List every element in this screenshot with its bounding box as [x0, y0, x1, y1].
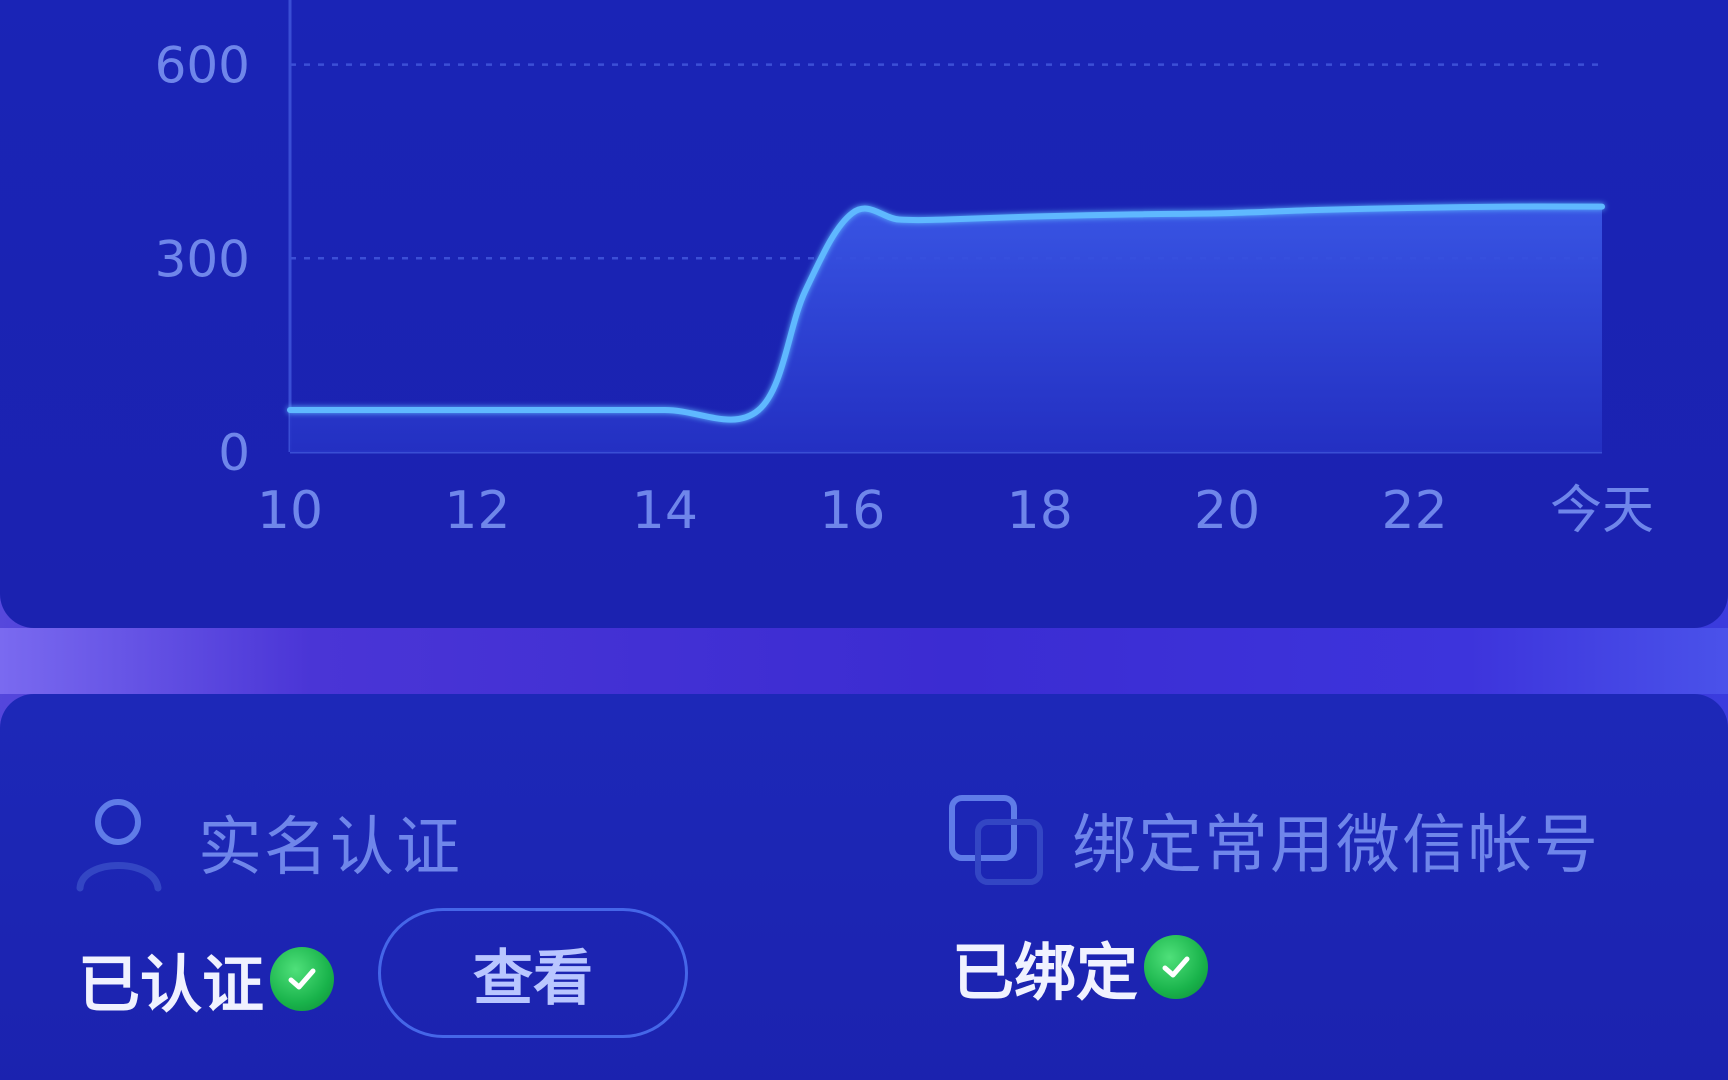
view-button[interactable]: 查看 — [378, 908, 688, 1038]
real-name-auth-header: 实名认证 — [72, 792, 462, 892]
x-tick-label-1: 12 — [444, 481, 510, 541]
x-tick-labels: 10 12 14 16 18 20 22 今天 — [257, 481, 1654, 541]
x-tick-label-4: 18 — [1007, 481, 1073, 541]
chart: 0 300 600 10 12 14 16 18 20 22 今天 — [155, 0, 1654, 541]
wechat-bind-title: 绑定常用微信帐号 — [1072, 809, 1600, 883]
x-tick-label-2: 14 — [632, 481, 698, 541]
check-icon — [270, 947, 335, 1011]
page: 0 300 600 10 12 14 16 18 20 22 今天 实名认证 已认证 查看 绑定常 — [0, 0, 1728, 1080]
chart-card: 0 300 600 10 12 14 16 18 20 22 今天 — [0, 0, 1728, 628]
y-tick-labels: 0 300 600 — [155, 37, 250, 482]
y-tick-label-600: 600 — [155, 37, 250, 95]
x-tick-label-3: 16 — [819, 481, 885, 541]
x-tick-label-0: 10 — [257, 481, 323, 541]
x-tick-label-5: 20 — [1194, 481, 1260, 541]
wechat-status-text: 已绑定 — [952, 936, 1139, 1009]
y-tick-label-300: 300 — [155, 230, 250, 288]
wechat-status: 已绑定 — [952, 922, 1209, 1012]
wechat-bind-header: 绑定常用微信帐号 — [948, 792, 1600, 888]
x-tick-label-7: 今天 — [1550, 481, 1654, 541]
user-icon — [76, 799, 162, 892]
real-name-status-text: 已认证 — [78, 948, 265, 1021]
series-layer — [287, 203, 1605, 452]
link-square-icon — [949, 795, 1043, 885]
real-name-status: 已认证 — [78, 934, 335, 1024]
background-band — [0, 628, 1728, 694]
x-tick-label-6: 22 — [1381, 481, 1447, 541]
real-name-auth-title: 实名认证 — [198, 811, 462, 885]
series-area — [290, 206, 1602, 452]
check-icon — [1144, 935, 1209, 999]
account-status-card: 实名认证 已认证 查看 绑定常用微信帐号 已绑定 — [0, 694, 1728, 1080]
y-tick-label-0: 0 — [218, 424, 250, 482]
